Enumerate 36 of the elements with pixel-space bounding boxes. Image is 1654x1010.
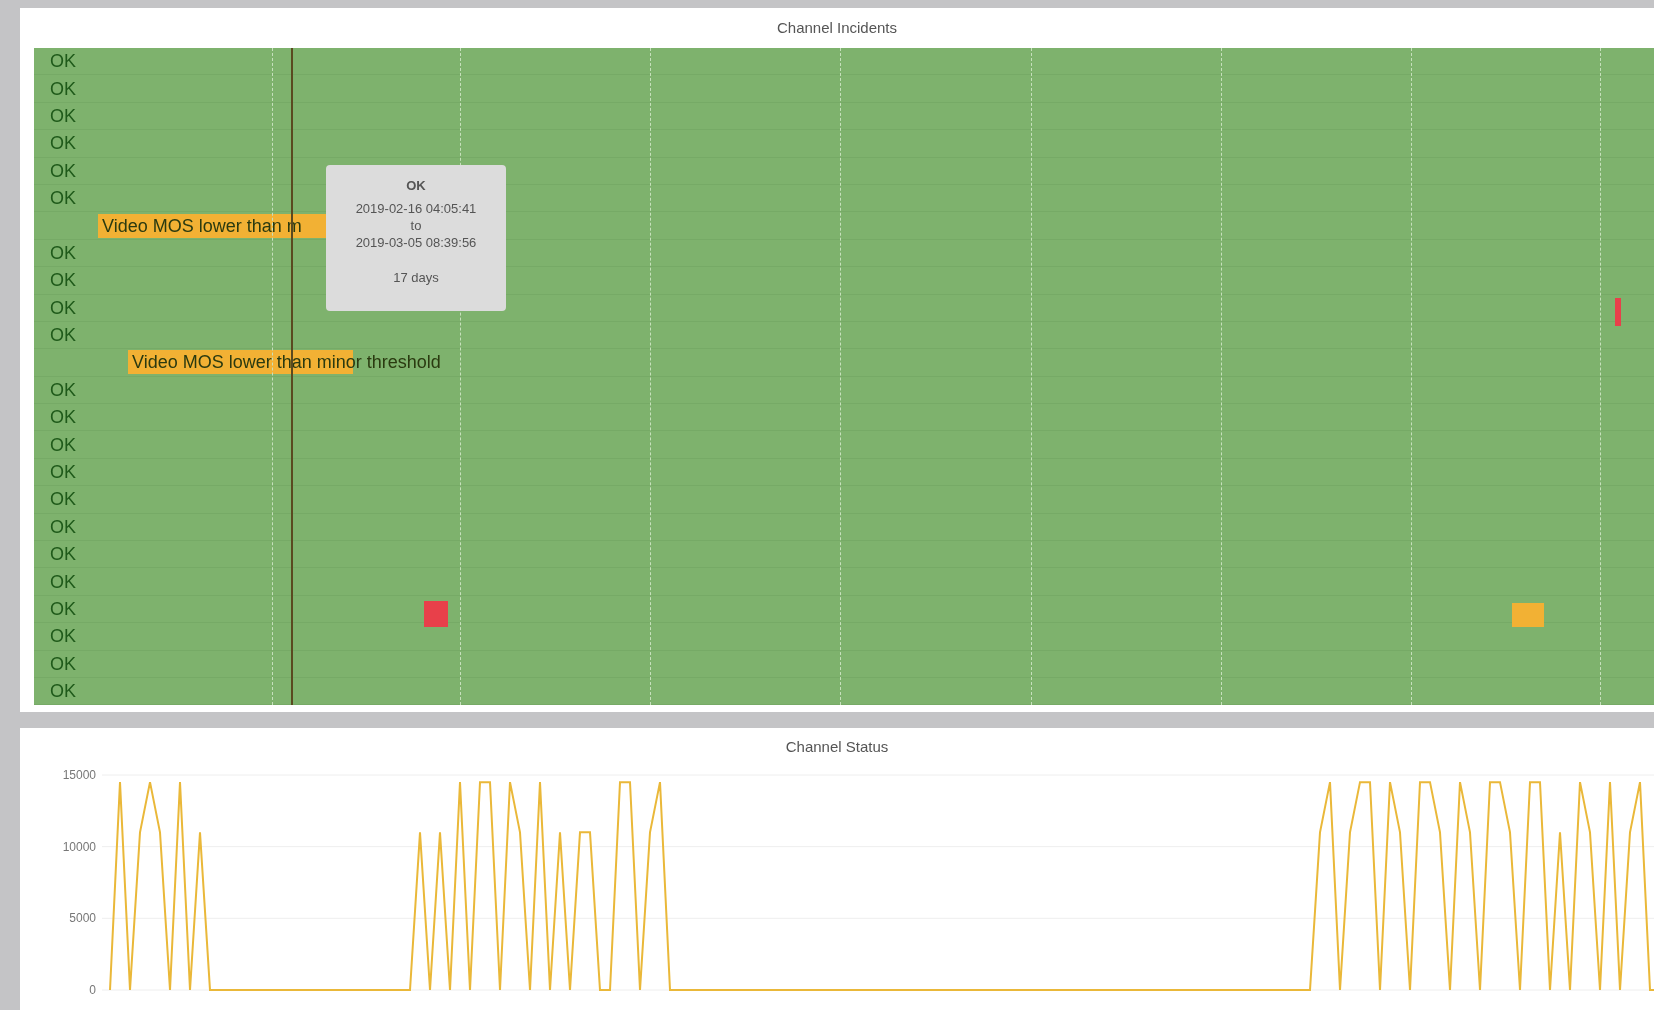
status-label: OK — [49, 545, 76, 564]
status-label: OK — [49, 463, 76, 482]
tooltip-text: 2019-02-16 04:05:41 — [355, 200, 477, 217]
status-label: OK — [49, 572, 76, 591]
status-label: OK — [49, 161, 76, 180]
status-label: OK — [49, 490, 76, 509]
tooltip-title: OK — [406, 177, 426, 194]
status-label: OK — [49, 243, 76, 262]
axis-tick-label: 5000 — [69, 911, 96, 926]
panel-title: Channel Status — [785, 736, 889, 757]
status-label: OK — [49, 52, 76, 71]
axis-tick-label: 15000 — [62, 768, 96, 782]
status-label: OK — [49, 189, 76, 208]
event-marker — [424, 601, 448, 627]
status-label: OK — [49, 600, 76, 618]
status-label: OK — [49, 435, 76, 454]
tooltip-text: to — [410, 217, 422, 234]
status-label: OK — [49, 682, 76, 701]
tooltip-text: 2019-03-05 08:39:56 — [355, 234, 477, 251]
status-label: OK — [49, 79, 76, 98]
status-label: OK — [49, 134, 76, 153]
event-marker — [1615, 298, 1621, 326]
panel-title: Channel Incidents — [776, 17, 898, 38]
status-label: OK — [49, 654, 76, 673]
status-label: OK — [49, 271, 76, 290]
status-label: OK — [49, 326, 76, 345]
status-label: OK — [49, 380, 76, 399]
tooltip-text: 17 days — [393, 269, 439, 286]
status-label: OK — [49, 106, 76, 125]
event-marker — [1512, 603, 1544, 627]
status-label: OK — [49, 517, 76, 536]
status-label: OK — [49, 627, 76, 646]
axis-tick-label: 0 — [89, 983, 96, 997]
axis-tick-label: 10000 — [62, 839, 96, 854]
status-label: OK — [49, 408, 76, 427]
status-label: OK — [49, 298, 76, 317]
